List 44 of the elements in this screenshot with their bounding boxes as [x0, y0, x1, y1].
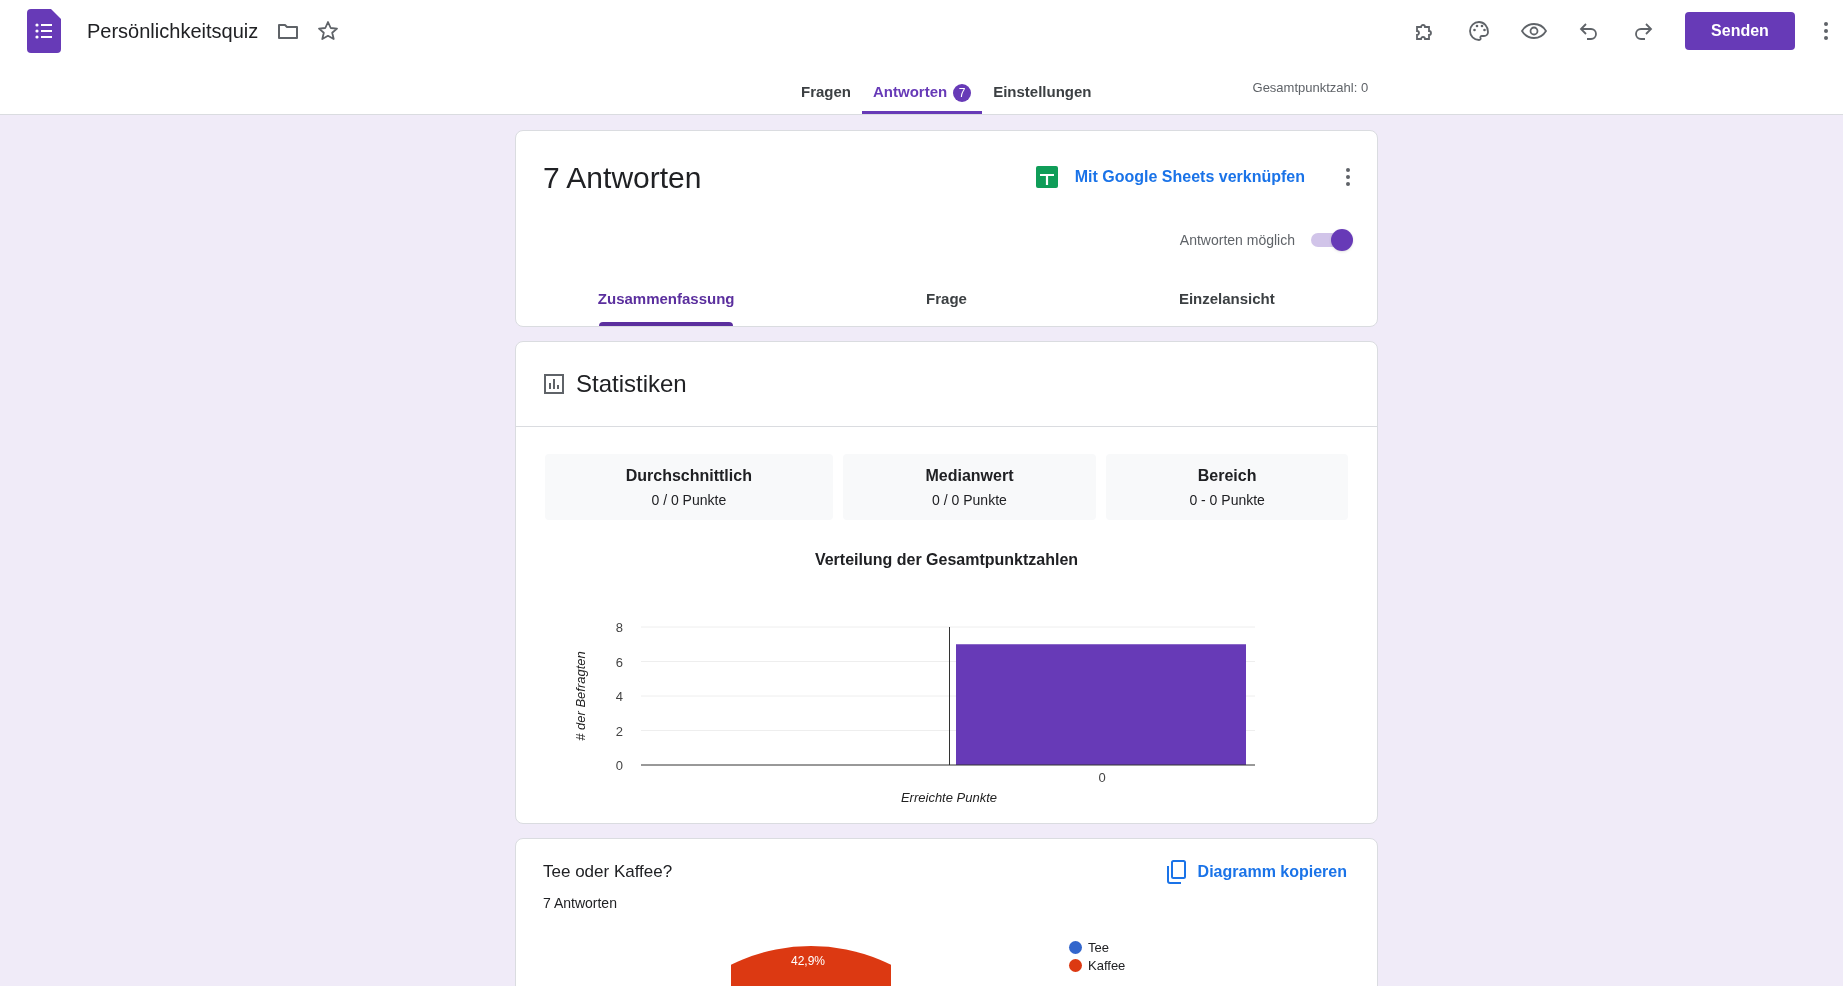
x-tick-label: 0	[1098, 770, 1106, 785]
stat-value: 0 / 0 Punkte	[651, 490, 727, 510]
more-options-icon[interactable]	[1345, 167, 1351, 187]
spreadsheet-icon[interactable]	[1035, 166, 1058, 188]
form-title[interactable]: Persönlichkeitsquiz	[87, 16, 259, 46]
summary-tab[interactable]: Zusammenfassung	[526, 265, 807, 326]
y-tick-label: 4	[615, 689, 623, 704]
slice-percentage: 42,9%	[791, 952, 826, 970]
forms-logo-icon[interactable]	[27, 9, 61, 53]
accepting-responses-toggle[interactable]	[1311, 229, 1353, 251]
x-axis-title: Erreichte Punkte	[900, 790, 998, 805]
response-count: 7 Antworten	[543, 893, 618, 913]
accepting-responses-label: Antworten möglich	[1179, 230, 1295, 250]
chart-title: Verteilung der Gesamtpunktzahlen	[813, 550, 1080, 570]
star-icon[interactable]	[316, 19, 341, 43]
bar-chart-icon	[544, 374, 564, 394]
statistics-heading: Statistiken	[576, 369, 687, 399]
stat-value: 0 - 0 Punkte	[1189, 490, 1265, 510]
responses-heading: 7 Antworten	[543, 159, 702, 196]
link-sheets-link[interactable]: Mit Google Sheets verknüpfen	[1074, 165, 1305, 189]
total-points-label: Gesamtpunktzahl: 0	[1252, 79, 1369, 98]
tab[interactable]: Einstellungen	[982, 62, 1103, 114]
tab[interactable]: Fragen	[790, 62, 862, 114]
palette-icon[interactable]	[1467, 19, 1491, 43]
stat-value: 0 / 0 Punkte	[932, 490, 1007, 510]
legend-label: Kaffee	[1088, 957, 1126, 973]
y-axis-title: # der Befragten	[573, 651, 588, 741]
y-tick-label: 8	[615, 620, 623, 635]
summary-tab[interactable]: Frage	[806, 265, 1087, 326]
more-options-icon[interactable]	[1823, 21, 1829, 41]
copy-icon	[1165, 859, 1186, 884]
response-count-badge: 7	[953, 83, 972, 102]
stat-label: Durchschnittlich	[625, 465, 752, 486]
y-tick-label: 6	[615, 654, 623, 670]
send-button[interactable]: Senden	[1685, 12, 1795, 50]
y-tick-label: 0	[615, 758, 623, 773]
stat-label: Medianwert	[925, 465, 1014, 486]
stat-label: Bereich	[1197, 465, 1257, 486]
tab[interactable]: Antworten 7	[862, 62, 983, 114]
y-tick-label: 2	[615, 723, 623, 739]
question-title: Tee oder Kaffee?	[543, 861, 673, 883]
legend-label: Tee	[1088, 939, 1109, 955]
copy-chart-button[interactable]: Diagramm kopieren	[1165, 859, 1347, 884]
summary-tab[interactable]: Einzelansicht	[1086, 265, 1367, 326]
